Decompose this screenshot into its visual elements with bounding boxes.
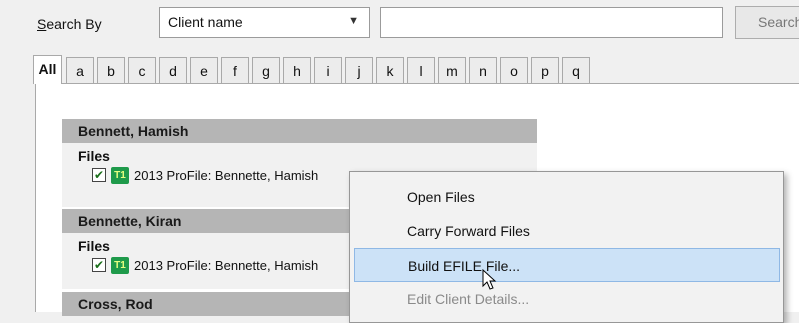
tab-e[interactable]: e bbox=[190, 57, 218, 83]
tab-k[interactable]: k bbox=[376, 57, 404, 83]
tab-n[interactable]: n bbox=[469, 57, 497, 83]
tab-a[interactable]: a bbox=[66, 57, 94, 83]
tab-m[interactable]: m bbox=[438, 57, 466, 83]
tab-q[interactable]: q bbox=[562, 57, 590, 83]
search-by-label: Search By bbox=[37, 16, 102, 32]
search-input[interactable] bbox=[380, 7, 723, 38]
client-header[interactable]: Bennett, Hamish bbox=[62, 119, 537, 143]
tab-b[interactable]: b bbox=[97, 57, 125, 83]
tab-c[interactable]: c bbox=[128, 57, 156, 83]
search-button[interactable]: Search bbox=[735, 6, 799, 39]
files-label: Files bbox=[78, 148, 110, 164]
chevron-down-icon[interactable]: ▼ bbox=[348, 15, 359, 27]
menu-item-open-files[interactable]: Open Files bbox=[354, 180, 780, 214]
checkbox[interactable]: ✔ bbox=[92, 258, 106, 272]
menu-item-carry-forward-files[interactable]: Carry Forward Files bbox=[354, 214, 780, 248]
search-bar: Search By Client name ▼ Search bbox=[0, 0, 799, 46]
checkbox[interactable]: ✔ bbox=[92, 168, 106, 182]
t1-icon: T1 bbox=[111, 257, 129, 274]
tab-i[interactable]: i bbox=[314, 57, 342, 83]
file-label[interactable]: 2013 ProFile: Bennette, Hamish bbox=[134, 168, 318, 183]
t1-icon: T1 bbox=[111, 167, 129, 184]
menu-item-build-efile[interactable]: Build EFILE File... bbox=[354, 248, 780, 282]
tab-l[interactable]: l bbox=[407, 57, 435, 83]
file-label[interactable]: 2013 ProFile: Bennette, Hamish bbox=[134, 258, 318, 273]
tab-all[interactable]: All bbox=[33, 55, 62, 84]
tab-o[interactable]: o bbox=[500, 57, 528, 83]
tab-f[interactable]: f bbox=[221, 57, 249, 83]
search-by-dropdown[interactable]: Client name ▼ bbox=[159, 7, 370, 38]
tab-g[interactable]: g bbox=[252, 57, 280, 83]
alphabet-tabs: All a b c d e f g h i j k l m n o p q bbox=[33, 55, 799, 84]
tab-d[interactable]: d bbox=[159, 57, 187, 83]
search-by-value: Client name bbox=[168, 14, 243, 30]
tab-j[interactable]: j bbox=[345, 57, 373, 83]
mouse-pointer-icon bbox=[482, 269, 497, 290]
menu-item-edit-client-details[interactable]: Edit Client Details... bbox=[354, 282, 780, 316]
tab-h[interactable]: h bbox=[283, 57, 311, 83]
context-menu: Open Files Carry Forward Files Build EFI… bbox=[349, 171, 784, 323]
tab-p[interactable]: p bbox=[531, 57, 559, 83]
